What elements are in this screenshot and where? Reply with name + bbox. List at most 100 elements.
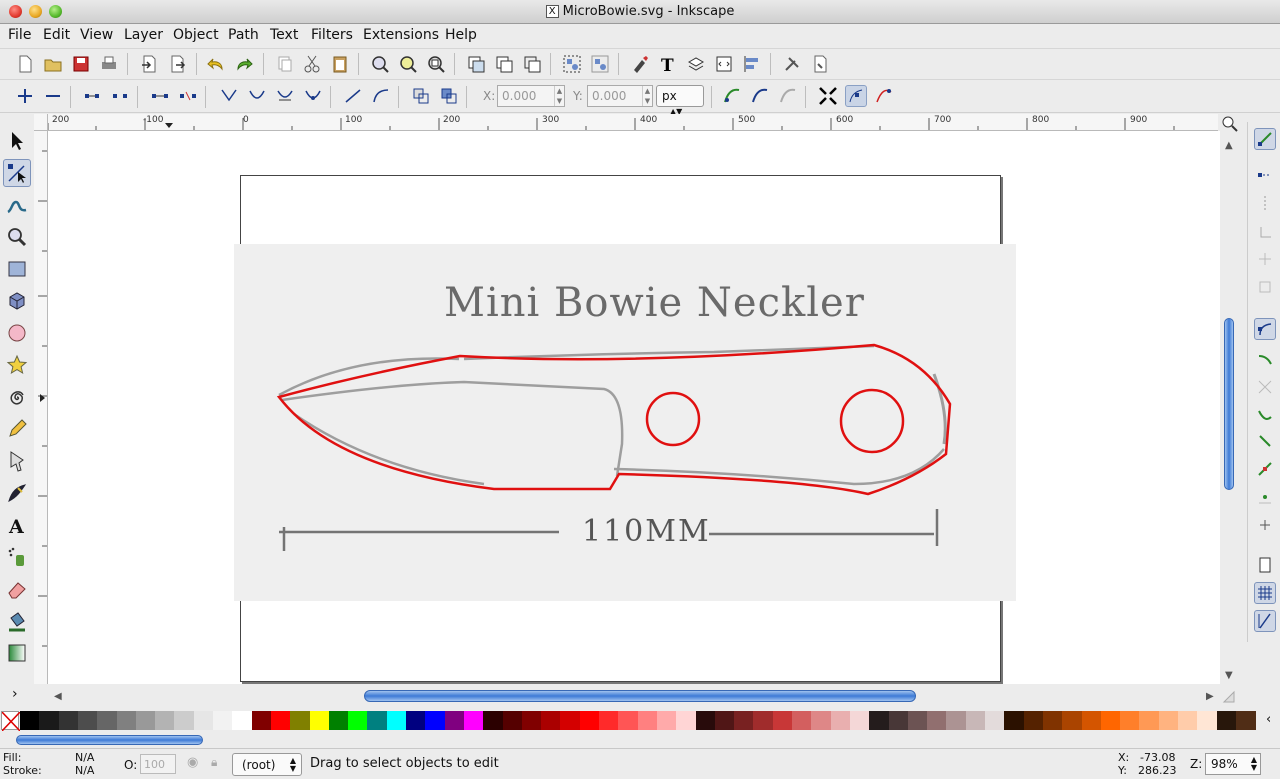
color-swatch[interactable]: [830, 711, 851, 730]
menu-filters[interactable]: Filters: [311, 27, 353, 43]
snap-guides-icon[interactable]: [1254, 610, 1276, 632]
palette-scroll-thumb[interactable]: [16, 735, 203, 745]
snap-nodes-icon[interactable]: [1254, 318, 1276, 340]
snap-bbox-icon[interactable]: [1254, 164, 1276, 186]
new-document-icon[interactable]: [14, 53, 36, 75]
text-tool-icon[interactable]: A: [3, 511, 31, 539]
sketch-image[interactable]: Mini Bowie Neckler 110MM: [234, 244, 1016, 601]
menu-object[interactable]: Object: [173, 27, 219, 43]
vertical-scroll-thumb[interactable]: [1224, 318, 1234, 490]
node-smooth-icon[interactable]: [246, 85, 268, 107]
color-swatch[interactable]: [579, 711, 600, 730]
palette-scrollbar[interactable]: [14, 733, 1250, 747]
break-path-icon[interactable]: [109, 85, 131, 107]
color-swatch[interactable]: [77, 711, 98, 730]
color-swatch[interactable]: [39, 711, 60, 730]
menu-text[interactable]: Text: [270, 27, 298, 43]
color-swatch[interactable]: [541, 711, 562, 730]
document-properties-icon[interactable]: [809, 53, 831, 75]
color-swatch[interactable]: [116, 711, 137, 730]
calligraphy-tool-icon[interactable]: [3, 479, 31, 507]
current-layer-select[interactable]: (root) ▲ ▼: [232, 753, 302, 776]
xml-editor-icon[interactable]: [713, 53, 735, 75]
save-icon[interactable]: [70, 53, 92, 75]
node-auto-smooth-icon[interactable]: [302, 85, 324, 107]
align-distribute-icon[interactable]: [741, 53, 763, 75]
lock-icon[interactable]: 🔒︎: [211, 755, 217, 770]
snap-page-border-icon[interactable]: [1254, 554, 1276, 576]
ungroup-icon[interactable]: [589, 53, 611, 75]
zoom-input[interactable]: 98% ▲ ▼: [1205, 753, 1261, 775]
mask-edit-icon[interactable]: [777, 85, 799, 107]
color-swatch[interactable]: [348, 711, 369, 730]
color-swatch[interactable]: [618, 711, 639, 730]
scroll-up-icon[interactable]: ▲: [1225, 140, 1233, 151]
color-swatch[interactable]: [1235, 711, 1256, 730]
join-segment-icon[interactable]: [149, 85, 171, 107]
menu-path[interactable]: Path: [228, 27, 259, 43]
spiral-tool-icon[interactable]: [3, 383, 31, 411]
scroll-right-icon[interactable]: ▶: [1206, 691, 1214, 702]
stroke-value[interactable]: N/A: [75, 764, 94, 777]
fill-value[interactable]: N/A: [75, 751, 94, 764]
color-swatch[interactable]: [1216, 711, 1237, 730]
group-icon[interactable]: [561, 53, 583, 75]
star-tool-icon[interactable]: [3, 351, 31, 379]
color-swatch[interactable]: [734, 711, 755, 730]
color-swatch[interactable]: [425, 711, 446, 730]
clone-icon[interactable]: [493, 53, 515, 75]
text-font-icon[interactable]: T: [657, 53, 679, 75]
node-tool-icon[interactable]: [3, 159, 31, 187]
show-transform-handles-icon[interactable]: [817, 85, 839, 107]
color-swatch[interactable]: [1042, 711, 1063, 730]
insert-node-icon[interactable]: [14, 85, 36, 107]
import-icon[interactable]: [138, 53, 160, 75]
opacity-input[interactable]: 100: [140, 754, 176, 774]
paste-icon[interactable]: [329, 53, 351, 75]
next-path-effect-icon[interactable]: [721, 85, 743, 107]
color-swatch[interactable]: [695, 711, 716, 730]
redo-icon[interactable]: [233, 53, 255, 75]
color-swatch[interactable]: [1178, 711, 1198, 730]
node-cusp-icon[interactable]: [218, 85, 240, 107]
color-swatch[interactable]: [270, 711, 291, 730]
color-swatch[interactable]: [849, 711, 870, 730]
color-swatch[interactable]: [985, 711, 1005, 730]
color-swatch[interactable]: [888, 711, 909, 730]
show-handles-icon[interactable]: [845, 85, 867, 107]
scroll-down-icon[interactable]: ▼: [1225, 670, 1233, 681]
snap-paths-icon[interactable]: [1254, 348, 1276, 370]
vertical-scrollbar[interactable]: ▲ ▼: [1222, 138, 1236, 684]
color-swatch[interactable]: [290, 711, 311, 730]
pencil-tool-icon[interactable]: [3, 415, 31, 443]
color-swatch[interactable]: [483, 711, 504, 730]
color-swatch[interactable]: [193, 711, 214, 730]
undo-icon[interactable]: [205, 53, 227, 75]
color-swatch[interactable]: [1197, 711, 1218, 730]
color-swatch[interactable]: [386, 711, 407, 730]
color-swatch[interactable]: [753, 711, 774, 730]
color-swatch[interactable]: [637, 711, 658, 730]
color-swatch[interactable]: [174, 711, 195, 730]
fill-stroke-icon[interactable]: [629, 53, 651, 75]
color-swatch[interactable]: [1081, 711, 1102, 730]
delete-segment-icon[interactable]: [177, 85, 199, 107]
color-swatch[interactable]: [1062, 711, 1083, 730]
clippath-edit-icon[interactable]: [749, 85, 771, 107]
print-icon[interactable]: [98, 53, 120, 75]
no-paint-swatch[interactable]: [1, 711, 21, 732]
menu-help[interactable]: Help: [445, 27, 477, 43]
open-folder-icon[interactable]: [42, 53, 64, 75]
snap-bbox-corner-icon[interactable]: [1254, 220, 1276, 242]
color-swatch[interactable]: [58, 711, 79, 730]
node-symmetric-icon[interactable]: [274, 85, 296, 107]
unit-select[interactable]: px ▲▼: [656, 85, 704, 116]
horizontal-scrollbar[interactable]: ◀ ▶: [54, 689, 1220, 705]
color-swatch[interactable]: [772, 711, 793, 730]
color-swatch[interactable]: [1023, 711, 1044, 730]
snap-rotation-center-icon[interactable]: [1254, 514, 1276, 536]
zoom-corner-icon[interactable]: [1222, 116, 1238, 132]
color-swatch[interactable]: [560, 711, 581, 730]
export-icon[interactable]: [166, 53, 188, 75]
color-swatch[interactable]: [965, 711, 986, 730]
